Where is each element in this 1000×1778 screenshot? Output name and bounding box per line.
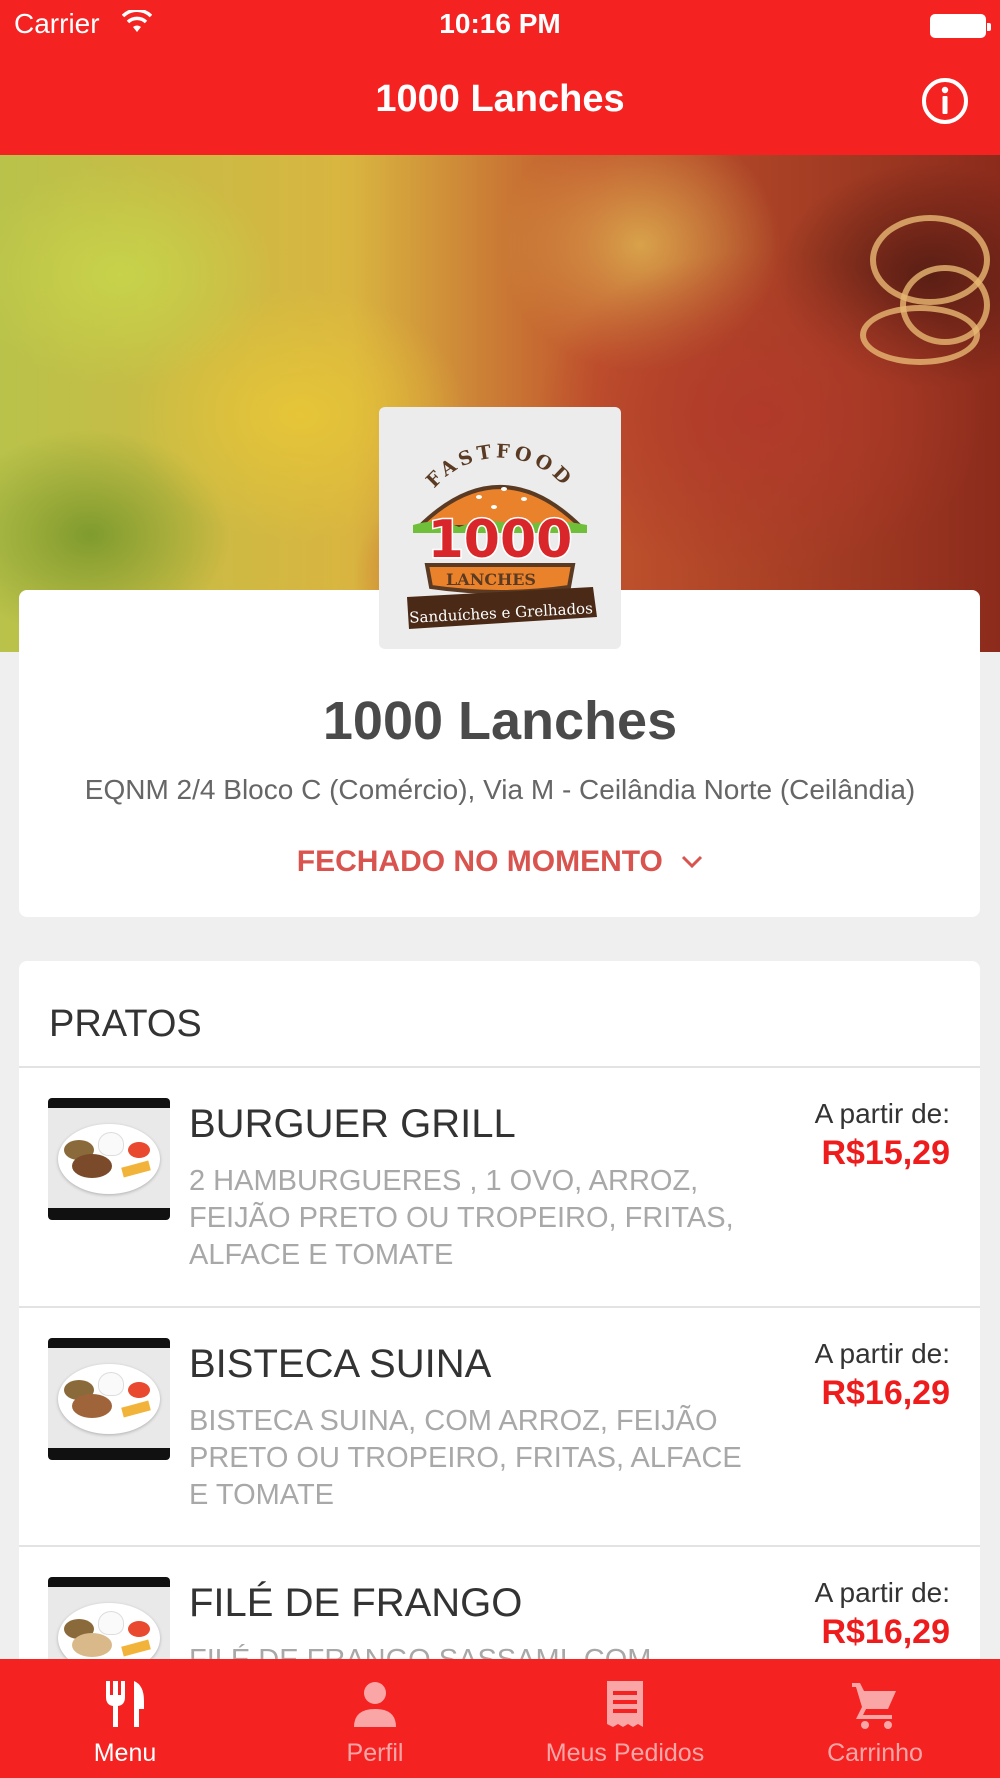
chevron-down-icon [682,856,703,869]
tab-label: Carrinho [827,1739,923,1767]
restaurant-name: 1000 Lanches [322,691,678,751]
tab-perfil[interactable]: Perfil [250,1659,500,1778]
menu-item-name: FILÉ DE FRANGO [189,1581,523,1625]
fork-knife-icon [106,1681,144,1727]
menu-item-price: R$16,29 [821,1374,950,1412]
info-circle-icon[interactable] [920,76,970,126]
menu-item-image [48,1338,170,1460]
price-from-label: A partir de: [814,1098,950,1129]
svg-text:FASTFOOD: FASTFOOD [422,440,578,492]
logo-top-text: FASTFOOD [422,440,574,492]
tab-bar: Menu Perfil Meus Pedidos Carrinho [0,1659,1000,1778]
restaurant-logo: FASTFOOD 1000 LANCHES Sanduíches e Grelh… [379,407,621,649]
restaurant-address: EQNM 2/4 Bloco C (Comércio), Via M - Cei… [84,774,916,805]
page-title: 1000 Lanches [375,78,625,120]
clock: 10:16 PM [439,8,561,39]
menu-card: PRATOS BURGUER GRILL 2 HAMBURGUERES , 1 … [19,961,980,1778]
tab-menu[interactable]: Menu [0,1659,250,1778]
cart-icon [852,1683,896,1729]
tab-meus-pedidos[interactable]: Meus Pedidos [500,1659,750,1778]
logo-number: 1000 [428,510,573,570]
menu-item-name: BISTECA SUINA [189,1342,492,1386]
menu-item-price: R$16,29 [821,1613,950,1651]
price-from-label: A partir de: [814,1577,950,1608]
tab-carrinho[interactable]: Carrinho [750,1659,1000,1778]
menu-item-description: BISTECA SUINA, COM ARROZ, FEIJÃO PRETO O… [189,1405,742,1511]
menu-item-price: R$15,29 [821,1134,950,1172]
opening-status-toggle[interactable]: FECHADO NO MOMENTO [0,844,1000,879]
status-bar: Carrier 10:16 PM [0,0,1000,50]
price-from-label: A partir de: [814,1338,950,1369]
section-title: PRATOS [49,1003,202,1045]
battery-icon [930,14,991,38]
logo-banner-text: LANCHES [446,570,536,589]
opening-status-label: FECHADO NO MOMENTO [296,845,663,879]
tab-label: Perfil [346,1739,404,1767]
tab-label: Menu [93,1739,157,1767]
top-bar: Carrier 10:16 PM 1000 Lanches [0,0,1000,155]
person-icon [354,1682,396,1727]
menu-item[interactable]: BURGUER GRILL 2 HAMBURGUERES , 1 OVO, AR… [19,1068,980,1306]
menu-item[interactable]: BISTECA SUINA BISTECA SUINA, COM ARROZ, … [19,1308,980,1546]
menu-item-description: 2 HAMBURGUERES , 1 OVO, ARROZ, FEIJÃO PR… [189,1165,734,1271]
menu-item-name: BURGUER GRILL [189,1102,516,1146]
receipt-icon [607,1681,643,1727]
menu-item-image [48,1098,170,1220]
tab-label: Meus Pedidos [545,1739,705,1767]
